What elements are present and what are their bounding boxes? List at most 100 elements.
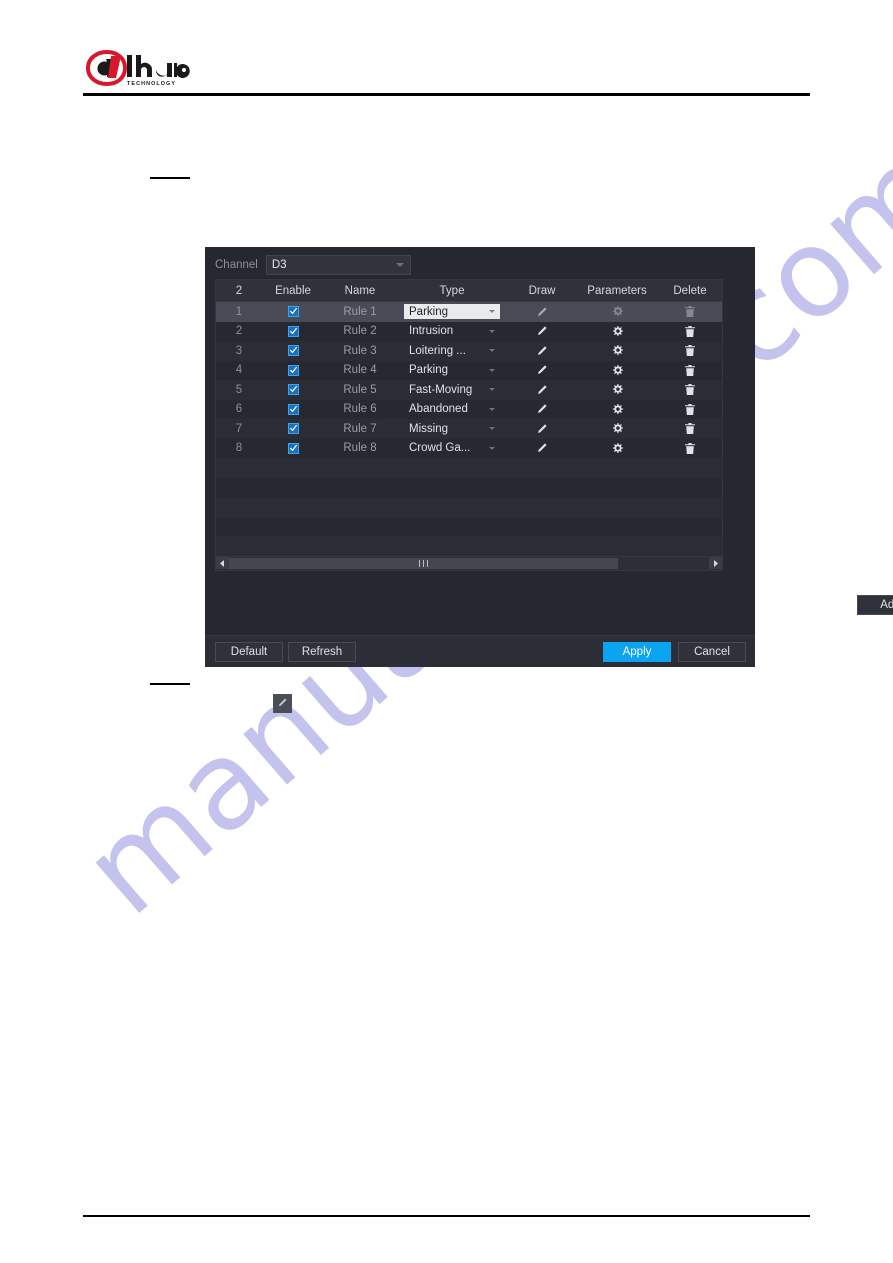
dialog-footer: Default Refresh Apply Cancel bbox=[205, 635, 755, 667]
enable-checkbox[interactable] bbox=[262, 361, 324, 381]
chevron-down-icon bbox=[489, 407, 495, 411]
enable-checkbox[interactable] bbox=[262, 341, 324, 361]
chevron-down-icon bbox=[489, 446, 495, 450]
column-header-delete: Delete bbox=[673, 284, 707, 297]
draw-button[interactable] bbox=[508, 400, 576, 420]
table-row[interactable]: 7 Rule 7 Missing bbox=[216, 419, 722, 439]
redacted-text-bar-middle bbox=[150, 683, 190, 685]
channel-dropdown[interactable]: D3 bbox=[265, 255, 411, 275]
scrollbar-track[interactable] bbox=[229, 557, 709, 569]
type-value: Crowd Ga... bbox=[409, 442, 471, 455]
type-dropdown[interactable]: Parking bbox=[396, 302, 508, 322]
enable-checkbox[interactable] bbox=[262, 400, 324, 420]
channel-value: D3 bbox=[271, 259, 287, 271]
table-row[interactable]: 2 Rule 2 Intrusion bbox=[216, 321, 722, 342]
horizontal-scrollbar[interactable] bbox=[216, 555, 722, 570]
draw-button[interactable] bbox=[508, 380, 576, 400]
parameters-button[interactable] bbox=[576, 439, 658, 459]
pencil-icon-chip[interactable] bbox=[273, 694, 292, 713]
column-header-draw: Draw bbox=[528, 284, 556, 297]
table-row-empty bbox=[216, 477, 722, 497]
delete-button[interactable] bbox=[658, 322, 722, 342]
enable-checkbox[interactable] bbox=[262, 419, 324, 439]
type-dropdown[interactable]: Abandoned bbox=[396, 400, 508, 420]
type-value: Missing bbox=[409, 422, 448, 435]
delete-button[interactable] bbox=[658, 361, 722, 381]
column-header-enable: Enable bbox=[275, 284, 311, 297]
table-row[interactable]: 4 Rule 4 Parking bbox=[216, 360, 722, 381]
row-index: 8 bbox=[235, 442, 243, 455]
row-index: 7 bbox=[235, 422, 243, 435]
table-row[interactable]: 1 Rule 1 Parking bbox=[216, 302, 722, 322]
type-dropdown[interactable]: Intrusion bbox=[396, 322, 508, 342]
table-row[interactable]: 6 Rule 6 Abandoned bbox=[216, 399, 722, 420]
rule-name: Rule 2 bbox=[343, 325, 377, 338]
table-row[interactable]: 3 Rule 3 Loitering ... bbox=[216, 341, 722, 361]
row-index: 2 bbox=[235, 325, 243, 338]
parameters-button[interactable] bbox=[576, 380, 658, 400]
chevron-down-icon bbox=[489, 349, 495, 353]
checkmark-icon bbox=[287, 345, 299, 357]
table-body: 1 Rule 1 Parking 2 Rule 2 Intrusion 3 Rule 3 Loi… bbox=[216, 302, 722, 556]
delete-button[interactable] bbox=[658, 439, 722, 459]
parameters-button[interactable] bbox=[576, 341, 658, 361]
add-button[interactable]: Add bbox=[857, 595, 893, 615]
arrow-right-icon[interactable] bbox=[709, 557, 722, 569]
row-index: 5 bbox=[235, 383, 243, 396]
parameters-button[interactable] bbox=[576, 361, 658, 381]
redacted-text-bar-top bbox=[150, 177, 190, 179]
rule-name: Rule 5 bbox=[343, 383, 377, 396]
draw-button[interactable] bbox=[508, 439, 576, 459]
table-row-empty bbox=[216, 516, 722, 536]
apply-button[interactable]: Apply bbox=[603, 642, 671, 662]
delete-button[interactable] bbox=[658, 302, 722, 322]
rule-name: Rule 4 bbox=[343, 364, 377, 377]
column-header-parameters: Parameters bbox=[587, 284, 647, 297]
delete-button[interactable] bbox=[658, 400, 722, 420]
enable-checkbox[interactable] bbox=[262, 302, 324, 322]
checkmark-icon bbox=[287, 423, 299, 435]
type-dropdown[interactable]: Missing bbox=[396, 419, 508, 439]
enable-checkbox[interactable] bbox=[262, 322, 324, 342]
delete-button[interactable] bbox=[658, 419, 722, 439]
delete-button[interactable] bbox=[658, 341, 722, 361]
draw-button[interactable] bbox=[508, 302, 576, 322]
grip-line bbox=[426, 559, 428, 567]
parameters-button[interactable] bbox=[576, 400, 658, 420]
type-value: Intrusion bbox=[409, 325, 454, 338]
scrollbar-thumb[interactable] bbox=[229, 557, 618, 569]
grip-line bbox=[422, 559, 424, 567]
type-dropdown[interactable]: Crowd Ga... bbox=[396, 439, 508, 459]
draw-button[interactable] bbox=[508, 419, 576, 439]
cancel-button[interactable]: Cancel bbox=[678, 642, 746, 662]
table-row[interactable]: 8 Rule 8 Crowd Ga... bbox=[216, 438, 722, 459]
channel-label: Channel bbox=[215, 259, 258, 271]
type-dropdown[interactable]: Parking bbox=[396, 361, 508, 381]
table-row[interactable]: 5 Rule 5 Fast-Moving bbox=[216, 380, 722, 400]
draw-button[interactable] bbox=[508, 322, 576, 342]
draw-button[interactable] bbox=[508, 361, 576, 381]
checkmark-icon bbox=[287, 306, 299, 318]
delete-button[interactable] bbox=[658, 380, 722, 400]
parameters-button[interactable] bbox=[576, 322, 658, 342]
pencil-icon bbox=[277, 695, 288, 713]
row-index: 1 bbox=[235, 305, 243, 318]
rule-name: Rule 3 bbox=[343, 344, 377, 357]
type-dropdown[interactable]: Loitering ... bbox=[396, 341, 508, 361]
type-value: Abandoned bbox=[409, 403, 468, 416]
refresh-button[interactable]: Refresh bbox=[288, 642, 356, 662]
arrow-left-icon[interactable] bbox=[216, 557, 229, 569]
chevron-down-icon bbox=[489, 388, 495, 392]
parameters-button[interactable] bbox=[576, 302, 658, 322]
parameters-button[interactable] bbox=[576, 419, 658, 439]
column-header-type: Type bbox=[439, 284, 465, 297]
default-button[interactable]: Default bbox=[215, 642, 283, 662]
type-value: Parking bbox=[409, 364, 448, 377]
draw-button[interactable] bbox=[508, 341, 576, 361]
enable-checkbox[interactable] bbox=[262, 439, 324, 459]
enable-checkbox[interactable] bbox=[262, 380, 324, 400]
header-divider bbox=[83, 93, 810, 96]
type-dropdown[interactable]: Fast-Moving bbox=[396, 380, 508, 400]
column-header-index: 2 bbox=[235, 284, 243, 297]
type-value: Loitering ... bbox=[409, 344, 466, 357]
